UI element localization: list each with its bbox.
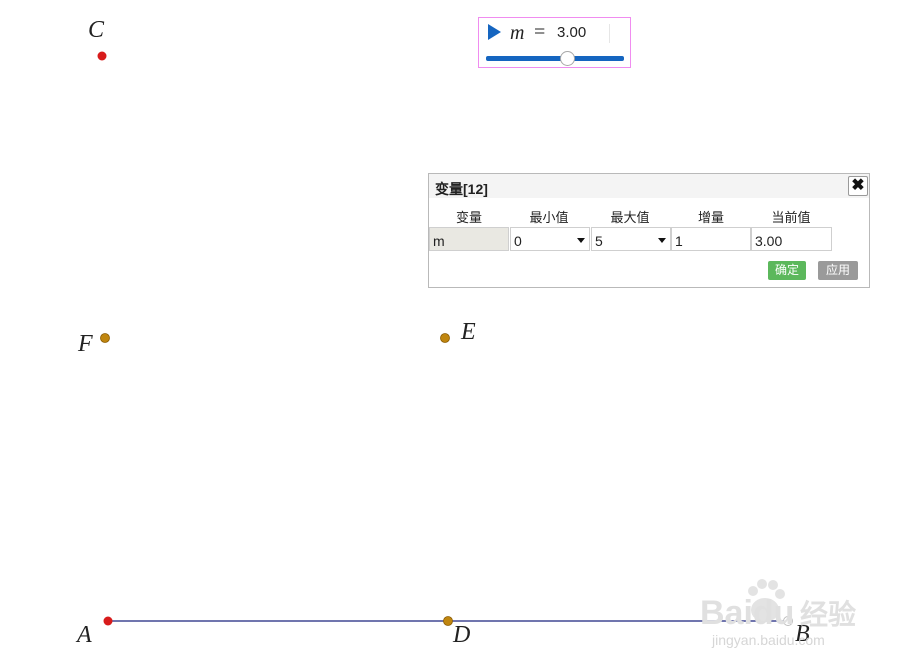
slider-track[interactable] [486, 56, 624, 61]
column-header-max: 最大值 [610, 210, 650, 225]
slider-equals: = [534, 21, 546, 43]
min-select-value: 0 [514, 233, 522, 249]
confirm-button[interactable]: 确定 [768, 261, 806, 280]
min-select[interactable]: 0 [510, 227, 590, 251]
step-input[interactable]: 1 [671, 227, 751, 251]
play-icon[interactable] [488, 24, 501, 40]
point-f[interactable] [100, 333, 110, 343]
chevron-down-icon [577, 238, 585, 243]
watermark-brand-cn: 经验 [800, 598, 856, 631]
point-e[interactable] [440, 333, 450, 343]
point-label-e: E [461, 319, 476, 345]
column-header-variable: 变量 [455, 210, 482, 225]
dialog-titlebar[interactable]: 变量[12] ✖ [429, 174, 869, 198]
point-label-c: C [88, 17, 105, 43]
max-select[interactable]: 5 [591, 227, 671, 251]
column-header-step: 增量 [697, 210, 724, 225]
point-d[interactable] [443, 616, 453, 626]
close-icon[interactable]: ✖ [848, 176, 868, 196]
column-header-current: 当前值 [771, 210, 811, 225]
geometry-canvas[interactable] [0, 0, 905, 672]
max-select-value: 5 [595, 233, 603, 249]
watermark-brand: Baidu [700, 594, 794, 632]
point-a[interactable] [103, 616, 113, 626]
variable-dialog: 变量[12] ✖ 变量 最小值 最大值 增量 当前值 m 0 5 1 3.00 … [428, 173, 870, 288]
point-label-a: A [77, 622, 92, 648]
dialog-title: 变量[12] [435, 181, 488, 197]
point-label-f: F [78, 331, 93, 357]
column-header-min: 最小值 [529, 210, 569, 225]
slider-variable: m [510, 22, 525, 44]
point-c[interactable] [97, 51, 107, 61]
apply-button[interactable]: 应用 [818, 261, 858, 280]
slider-widget[interactable]: m = 3.00 [478, 17, 631, 68]
baidu-watermark: Baidu 经验 jingyan.baidu.com [700, 579, 856, 648]
watermark-url: jingyan.baidu.com [711, 632, 825, 648]
point-label-d: D [453, 622, 471, 648]
current-value-input[interactable]: 3.00 [751, 227, 832, 251]
slider-value-field[interactable]: 3.00 [557, 24, 610, 43]
variable-name-field: m [429, 227, 509, 251]
chevron-down-icon [658, 238, 666, 243]
slider-thumb[interactable] [560, 51, 575, 66]
